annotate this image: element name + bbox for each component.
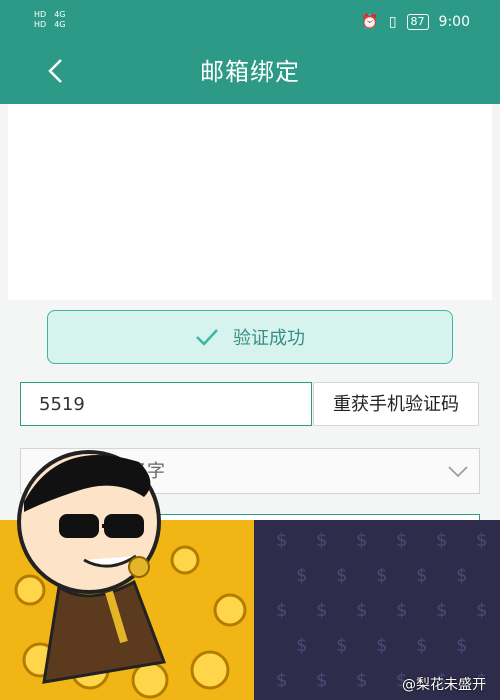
app-bar: 邮箱绑定 [0, 40, 500, 104]
chevron-down-icon [448, 466, 468, 478]
status-4g-2: 4G [54, 20, 66, 29]
checkmark-icon [196, 329, 218, 346]
vibrate-icon: ▯ [388, 14, 397, 30]
verify-success-label: 验证成功 [233, 328, 305, 349]
battery-indicator: 87 [406, 14, 429, 30]
watermark-text: @梨花未盛开 [402, 677, 486, 693]
status-time: 9:00 [438, 14, 470, 30]
verify-success-banner: 验证成功 [47, 310, 453, 364]
status-4g-1: 4G [54, 10, 66, 19]
page-title: 邮箱绑定 [200, 58, 300, 86]
cartoon-character-sticker [17, 450, 167, 684]
empty-panel [8, 104, 492, 300]
resend-code-button[interactable]: 重获手机验证码 [313, 382, 479, 426]
status-right-group: ⏰ ▯ 87 9:00 [361, 14, 470, 30]
status-hd-2: HD [34, 20, 47, 29]
status-hd-1: HD [34, 10, 47, 19]
status-signal-indicators: HD 4G HD 4G [34, 10, 73, 30]
status-bar: HD 4G HD 4G ⏰ ▯ 87 9:00 [0, 0, 500, 40]
verification-code-input[interactable]: 5519 [20, 382, 312, 426]
alarm-icon: ⏰ [361, 14, 379, 30]
dollar-pattern-background: $ $ $ $ $ $ $ $ $ $ $ $ $ $ $ $ $ $ $ $ $ $ $ $ $ $ $ $ [254, 520, 500, 700]
